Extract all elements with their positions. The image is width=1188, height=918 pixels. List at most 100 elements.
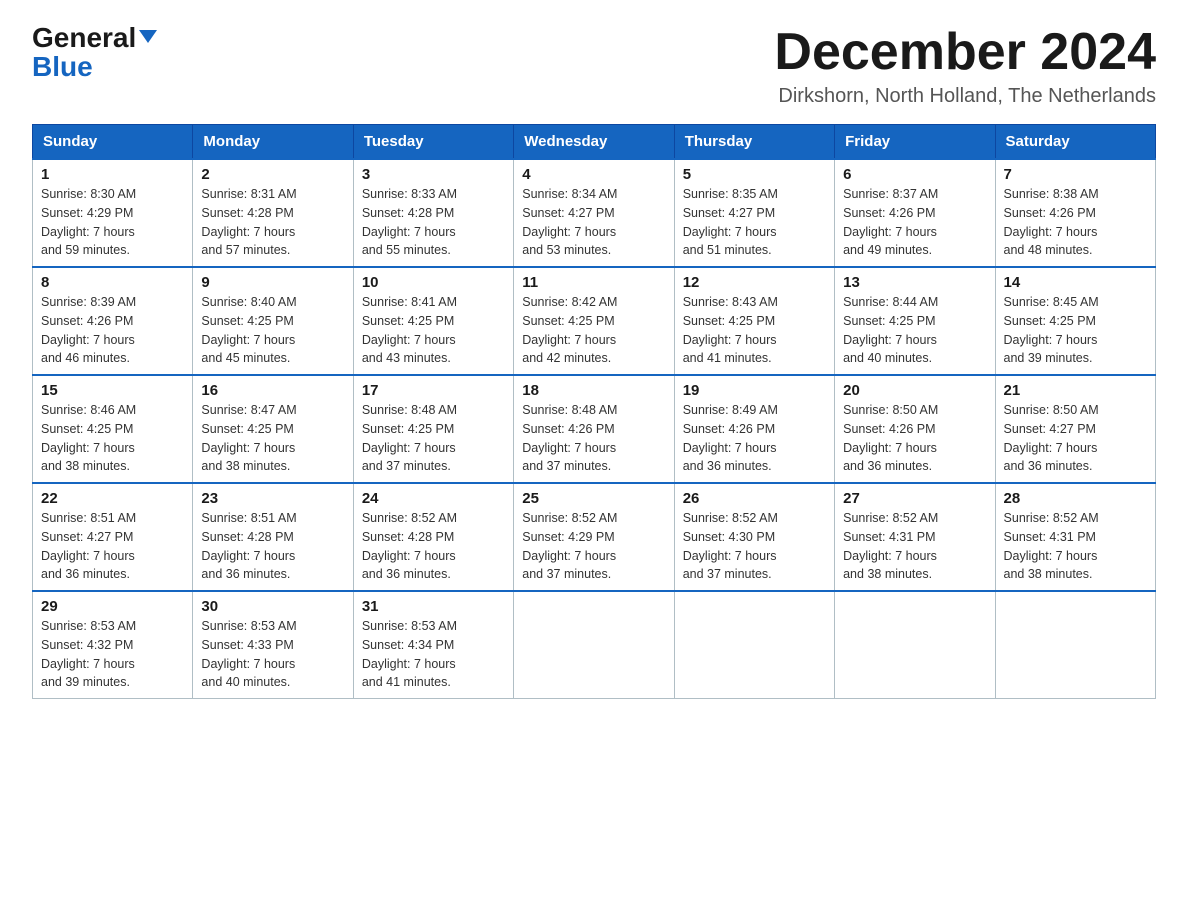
header-cell-saturday: Saturday	[995, 125, 1155, 160]
header-cell-sunday: Sunday	[33, 125, 193, 160]
calendar-week-row: 29Sunrise: 8:53 AMSunset: 4:32 PMDayligh…	[33, 591, 1156, 699]
day-info: Sunrise: 8:50 AMSunset: 4:27 PMDaylight:…	[1004, 401, 1147, 476]
calendar-week-row: 22 Sunrise: 8:51 AMSunset: 4:27 PMDayligh…	[33, 483, 1156, 591]
day-number: 13	[843, 274, 986, 291]
calendar-day-cell: 6 Sunrise: 8:37 AMSunset: 4:26 PMDaylight…	[835, 159, 995, 267]
header-cell-tuesday: Tuesday	[353, 125, 513, 160]
calendar-week-row: 15 Sunrise: 8:46 AMSunset: 4:25 PMDayligh…	[33, 375, 1156, 483]
empty-day-cell	[835, 591, 995, 699]
day-number: 22	[41, 490, 184, 507]
day-number: 23	[201, 490, 344, 507]
day-info: Sunrise: 8:53 AMSunset: 4:33 PMDaylight:…	[201, 617, 344, 692]
day-info: Sunrise: 8:33 AMSunset: 4:28 PMDaylight:…	[362, 185, 505, 260]
day-number: 11	[522, 274, 665, 291]
day-info: Sunrise: 8:45 AMSunset: 4:25 PMDaylight:…	[1004, 293, 1147, 368]
logo-triangle-icon	[139, 30, 157, 43]
empty-day-cell	[995, 591, 1155, 699]
calendar-day-cell: 15 Sunrise: 8:46 AMSunset: 4:25 PMDayligh…	[33, 375, 193, 483]
day-info: Sunrise: 8:41 AMSunset: 4:25 PMDaylight:…	[362, 293, 505, 368]
day-info: Sunrise: 8:52 AMSunset: 4:30 PMDaylight:…	[683, 509, 826, 584]
day-number: 16	[201, 382, 344, 399]
day-number: 17	[362, 382, 505, 399]
calendar-week-row: 8Sunrise: 8:39 AMSunset: 4:26 PMDaylight…	[33, 267, 1156, 375]
day-info: Sunrise: 8:37 AMSunset: 4:26 PMDaylight:…	[843, 185, 986, 260]
day-number: 21	[1004, 382, 1147, 399]
day-info: Sunrise: 8:49 AMSunset: 4:26 PMDaylight:…	[683, 401, 826, 476]
calendar-day-cell: 29Sunrise: 8:53 AMSunset: 4:32 PMDayligh…	[33, 591, 193, 699]
day-number: 15	[41, 382, 184, 399]
day-info: Sunrise: 8:47 AMSunset: 4:25 PMDaylight:…	[201, 401, 344, 476]
calendar-day-cell: 28 Sunrise: 8:52 AMSunset: 4:31 PMDayligh…	[995, 483, 1155, 591]
calendar-day-cell: 23 Sunrise: 8:51 AMSunset: 4:28 PMDayligh…	[193, 483, 353, 591]
day-number: 10	[362, 274, 505, 291]
day-info: Sunrise: 8:52 AMSunset: 4:29 PMDaylight:…	[522, 509, 665, 584]
day-info: Sunrise: 8:38 AMSunset: 4:26 PMDaylight:…	[1004, 185, 1147, 260]
day-number: 20	[843, 382, 986, 399]
header-cell-friday: Friday	[835, 125, 995, 160]
calendar-day-cell: 8Sunrise: 8:39 AMSunset: 4:26 PMDaylight…	[33, 267, 193, 375]
day-number: 5	[683, 166, 826, 183]
day-number: 14	[1004, 274, 1147, 291]
day-number: 2	[201, 166, 344, 183]
day-info: Sunrise: 8:39 AMSunset: 4:26 PMDaylight:…	[41, 293, 184, 368]
empty-day-cell	[514, 591, 674, 699]
calendar-day-cell: 18Sunrise: 8:48 AMSunset: 4:26 PMDayligh…	[514, 375, 674, 483]
calendar-day-cell: 22 Sunrise: 8:51 AMSunset: 4:27 PMDayligh…	[33, 483, 193, 591]
header-cell-wednesday: Wednesday	[514, 125, 674, 160]
calendar-day-cell: 20Sunrise: 8:50 AMSunset: 4:26 PMDayligh…	[835, 375, 995, 483]
header-row: SundayMondayTuesdayWednesdayThursdayFrid…	[33, 125, 1156, 160]
day-number: 18	[522, 382, 665, 399]
day-info: Sunrise: 8:35 AMSunset: 4:27 PMDaylight:…	[683, 185, 826, 260]
day-number: 12	[683, 274, 826, 291]
day-info: Sunrise: 8:52 AMSunset: 4:31 PMDaylight:…	[1004, 509, 1147, 584]
calendar-day-cell: 7 Sunrise: 8:38 AMSunset: 4:26 PMDaylight…	[995, 159, 1155, 267]
day-info: Sunrise: 8:43 AMSunset: 4:25 PMDaylight:…	[683, 293, 826, 368]
day-info: Sunrise: 8:53 AMSunset: 4:34 PMDaylight:…	[362, 617, 505, 692]
day-number: 25	[522, 490, 665, 507]
calendar-day-cell: 31Sunrise: 8:53 AMSunset: 4:34 PMDayligh…	[353, 591, 513, 699]
calendar-day-cell: 19Sunrise: 8:49 AMSunset: 4:26 PMDayligh…	[674, 375, 834, 483]
day-number: 24	[362, 490, 505, 507]
calendar-day-cell: 2Sunrise: 8:31 AMSunset: 4:28 PMDaylight…	[193, 159, 353, 267]
calendar-day-cell: 24 Sunrise: 8:52 AMSunset: 4:28 PMDayligh…	[353, 483, 513, 591]
day-info: Sunrise: 8:42 AMSunset: 4:25 PMDaylight:…	[522, 293, 665, 368]
calendar-day-cell: 14 Sunrise: 8:45 AMSunset: 4:25 PMDayligh…	[995, 267, 1155, 375]
day-info: Sunrise: 8:51 AMSunset: 4:28 PMDaylight:…	[201, 509, 344, 584]
day-number: 30	[201, 598, 344, 615]
calendar-day-cell: 12 Sunrise: 8:43 AMSunset: 4:25 PMDayligh…	[674, 267, 834, 375]
day-info: Sunrise: 8:52 AMSunset: 4:28 PMDaylight:…	[362, 509, 505, 584]
location-subtitle: Dirkshorn, North Holland, The Netherland…	[774, 85, 1156, 108]
day-number: 26	[683, 490, 826, 507]
calendar-day-cell: 4Sunrise: 8:34 AMSunset: 4:27 PMDaylight…	[514, 159, 674, 267]
logo-line1: General	[32, 24, 157, 52]
day-number: 1	[41, 166, 184, 183]
day-info: Sunrise: 8:44 AMSunset: 4:25 PMDaylight:…	[843, 293, 986, 368]
day-info: Sunrise: 8:51 AMSunset: 4:27 PMDaylight:…	[41, 509, 184, 584]
day-info: Sunrise: 8:46 AMSunset: 4:25 PMDaylight:…	[41, 401, 184, 476]
month-year-title: December 2024	[774, 24, 1156, 81]
calendar-day-cell: 11 Sunrise: 8:42 AMSunset: 4:25 PMDayligh…	[514, 267, 674, 375]
day-number: 6	[843, 166, 986, 183]
day-number: 28	[1004, 490, 1147, 507]
day-info: Sunrise: 8:34 AMSunset: 4:27 PMDaylight:…	[522, 185, 665, 260]
calendar-header: SundayMondayTuesdayWednesdayThursdayFrid…	[33, 125, 1156, 160]
calendar-day-cell: 21 Sunrise: 8:50 AMSunset: 4:27 PMDayligh…	[995, 375, 1155, 483]
day-number: 9	[201, 274, 344, 291]
calendar-day-cell: 16 Sunrise: 8:47 AMSunset: 4:25 PMDayligh…	[193, 375, 353, 483]
calendar-week-row: 1 Sunrise: 8:30 AMSunset: 4:29 PMDaylight…	[33, 159, 1156, 267]
calendar-body: 1 Sunrise: 8:30 AMSunset: 4:29 PMDaylight…	[33, 159, 1156, 699]
day-info: Sunrise: 8:30 AMSunset: 4:29 PMDaylight:…	[41, 185, 184, 260]
day-number: 7	[1004, 166, 1147, 183]
calendar-day-cell: 17Sunrise: 8:48 AMSunset: 4:25 PMDayligh…	[353, 375, 513, 483]
calendar-day-cell: 30 Sunrise: 8:53 AMSunset: 4:33 PMDayligh…	[193, 591, 353, 699]
calendar-day-cell: 25 Sunrise: 8:52 AMSunset: 4:29 PMDayligh…	[514, 483, 674, 591]
calendar-day-cell: 13 Sunrise: 8:44 AMSunset: 4:25 PMDayligh…	[835, 267, 995, 375]
logo: General Blue	[32, 24, 157, 83]
day-number: 3	[362, 166, 505, 183]
logo-line2: Blue	[32, 52, 93, 83]
calendar-day-cell: 3 Sunrise: 8:33 AMSunset: 4:28 PMDaylight…	[353, 159, 513, 267]
day-info: Sunrise: 8:52 AMSunset: 4:31 PMDaylight:…	[843, 509, 986, 584]
page-header: General Blue December 2024 Dirkshorn, No…	[32, 24, 1156, 108]
day-number: 29	[41, 598, 184, 615]
title-area: December 2024 Dirkshorn, North Holland, …	[774, 24, 1156, 108]
